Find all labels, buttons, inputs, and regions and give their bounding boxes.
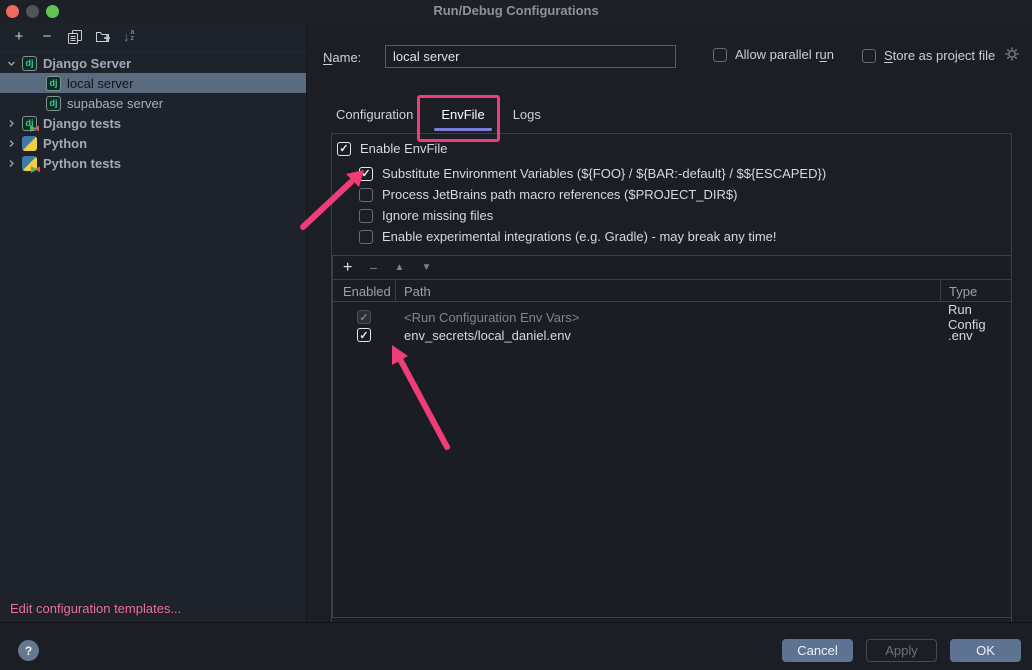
allow-parallel-run-checkbox[interactable]	[713, 48, 727, 62]
tree-item-label: Python	[43, 136, 87, 151]
column-header-type: Type	[940, 280, 1011, 302]
add-env-file-icon[interactable]: +	[343, 260, 352, 276]
experimental-integrations-checkbox[interactable]	[359, 230, 373, 244]
apply-button[interactable]: Apply	[866, 639, 937, 662]
remove-env-file-icon[interactable]: −	[369, 261, 377, 275]
new-folder-icon[interactable]	[95, 29, 111, 45]
ignore-missing-files-label: Ignore missing files	[382, 208, 493, 223]
ignore-missing-files-checkbox[interactable]	[359, 209, 373, 223]
django-icon: dj	[46, 76, 61, 91]
substitute-env-vars-label: Substitute Environment Variables (${FOO}…	[382, 166, 826, 181]
tree-item-python-tests[interactable]: Python tests	[0, 153, 306, 173]
experimental-integrations-option: Enable experimental integrations (e.g. G…	[359, 229, 777, 244]
tree-item-python[interactable]: Python	[0, 133, 306, 153]
sort-configurations-icon[interactable]: ↓ az	[123, 30, 134, 43]
store-as-project-file-option: Store as project file	[862, 47, 1019, 64]
env-files-table-toolbar: + − ▲ ▼	[333, 256, 1011, 280]
tree-item-local-server[interactable]: dj local server	[0, 73, 306, 93]
experimental-integrations-label: Enable experimental integrations (e.g. G…	[382, 229, 777, 244]
sidebar-toolbar: + − ↓ az	[0, 22, 306, 52]
ignore-missing-files-option: Ignore missing files	[359, 208, 493, 223]
enable-envfile-checkbox[interactable]	[337, 142, 351, 156]
edit-configuration-templates-link[interactable]: Edit configuration templates...	[10, 601, 181, 616]
table-row[interactable]: env_secrets/local_daniel.env .env	[333, 324, 1011, 346]
add-configuration-icon[interactable]: +	[11, 29, 27, 45]
tree-item-label: Django tests	[43, 116, 121, 131]
help-button[interactable]: ?	[18, 640, 39, 661]
allow-parallel-run-label: Allow parallel run	[735, 47, 834, 62]
tree-item-label: Django Server	[43, 56, 131, 71]
tab-logs[interactable]: Logs	[513, 107, 541, 131]
column-header-enabled: Enabled	[333, 280, 395, 302]
remove-configuration-icon[interactable]: −	[39, 29, 55, 45]
process-path-macro-checkbox[interactable]	[359, 188, 373, 202]
tab-envfile[interactable]: EnvFile	[441, 107, 484, 131]
gear-icon[interactable]	[1005, 47, 1019, 64]
django-icon: dj	[46, 96, 61, 111]
allow-parallel-run-option: Allow parallel run	[713, 47, 834, 62]
ok-button[interactable]: OK	[950, 639, 1021, 662]
process-path-macro-option: Process JetBrains path macro references …	[359, 187, 737, 202]
name-input[interactable]	[385, 45, 676, 68]
django-tests-icon: dj	[22, 116, 37, 131]
tab-configuration[interactable]: Configuration	[336, 107, 413, 131]
store-as-project-file-label: Store as project file	[884, 48, 995, 63]
name-label: Name:	[323, 50, 361, 65]
tree-item-django-tests[interactable]: dj Django tests	[0, 113, 306, 133]
tree-item-label: local server	[67, 76, 133, 91]
table-row[interactable]: <Run Configuration Env Vars> Run Config	[333, 302, 1011, 324]
tree-item-django-server[interactable]: dj Django Server	[0, 53, 306, 73]
dialog-footer: ? Cancel Apply OK	[0, 622, 1032, 670]
substitute-env-vars-option: Substitute Environment Variables (${FOO}…	[359, 166, 826, 181]
title-bar: Run/Debug Configurations	[0, 0, 1032, 22]
table-header-row: Enabled Path Type	[333, 280, 1011, 302]
chevron-right-icon[interactable]	[7, 119, 16, 128]
window-title: Run/Debug Configurations	[0, 3, 1032, 18]
run-debug-configurations-dialog: Run/Debug Configurations + − ↓ az dj Dja…	[0, 0, 1032, 670]
store-as-project-file-checkbox[interactable]	[862, 49, 876, 63]
tree-item-supabase-server[interactable]: dj supabase server	[0, 93, 306, 113]
tree-item-label: Python tests	[43, 156, 121, 171]
row-enabled-checkbox[interactable]	[357, 328, 371, 342]
move-up-icon[interactable]: ▲	[395, 263, 405, 273]
configurations-tree: dj Django Server dj local server dj supa…	[0, 53, 306, 173]
env-files-table: + − ▲ ▼ Enabled Path Type <Run Configura…	[332, 255, 1012, 618]
configurations-sidebar: + − ↓ az dj Django Server dj local serve…	[0, 22, 307, 622]
copy-configuration-icon[interactable]	[67, 29, 83, 45]
row-type: .env	[940, 328, 1011, 343]
row-path: <Run Configuration Env Vars>	[395, 310, 940, 325]
substitute-env-vars-checkbox[interactable]	[359, 167, 373, 181]
enable-envfile-option: Enable EnvFile	[337, 141, 447, 156]
row-enabled-checkbox	[357, 310, 371, 324]
process-path-macro-label: Process JetBrains path macro references …	[382, 187, 737, 202]
chevron-down-icon[interactable]	[7, 59, 16, 68]
move-down-icon[interactable]: ▼	[421, 263, 431, 273]
django-icon: dj	[22, 56, 37, 71]
chevron-right-icon[interactable]	[7, 159, 16, 168]
column-header-path: Path	[395, 280, 940, 302]
enable-envfile-label: Enable EnvFile	[360, 141, 447, 156]
cancel-button[interactable]: Cancel	[782, 639, 853, 662]
tree-item-label: supabase server	[67, 96, 163, 111]
row-path: env_secrets/local_daniel.env	[395, 328, 940, 343]
settings-tabs: Configuration EnvFile Logs	[336, 107, 541, 131]
chevron-right-icon[interactable]	[7, 139, 16, 148]
python-tests-icon	[22, 156, 37, 171]
python-icon	[22, 136, 37, 151]
